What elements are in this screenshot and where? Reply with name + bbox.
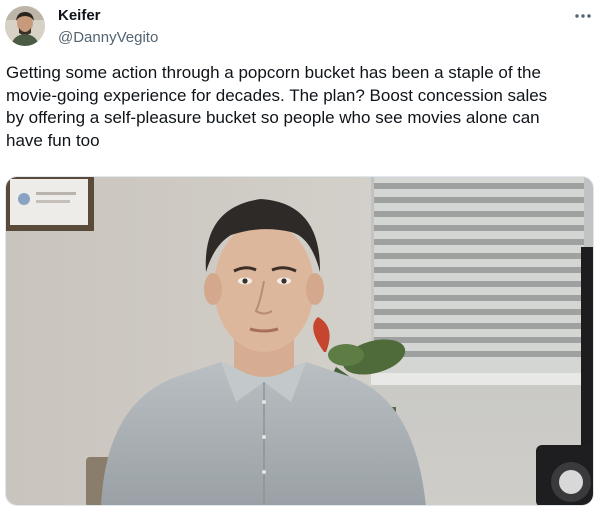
more-options-button[interactable] <box>571 6 595 26</box>
avatar[interactable] <box>5 6 45 46</box>
tweet-media-photo[interactable] <box>5 176 594 506</box>
tweet-text: Getting some action through a popcorn bu… <box>6 62 596 152</box>
tweet-text-line: movie-going experience for decades. The … <box>6 85 548 105</box>
more-horizontal-icon <box>575 14 591 18</box>
photo-image <box>6 177 593 505</box>
tweet-text-line: have fun too <box>6 130 100 150</box>
author-display-name[interactable]: Keifer <box>58 7 101 24</box>
tweet-text-line: by offering a self-pleasure bucket so pe… <box>6 108 540 127</box>
tweet-card[interactable]: Keifer @DannyVegito Getting some action … <box>0 0 600 513</box>
author-handle[interactable]: @DannyVegito <box>58 29 158 46</box>
tweet-text-line: Getting some action through a popcorn bu… <box>6 63 541 82</box>
user-avatar-icon <box>5 6 45 46</box>
